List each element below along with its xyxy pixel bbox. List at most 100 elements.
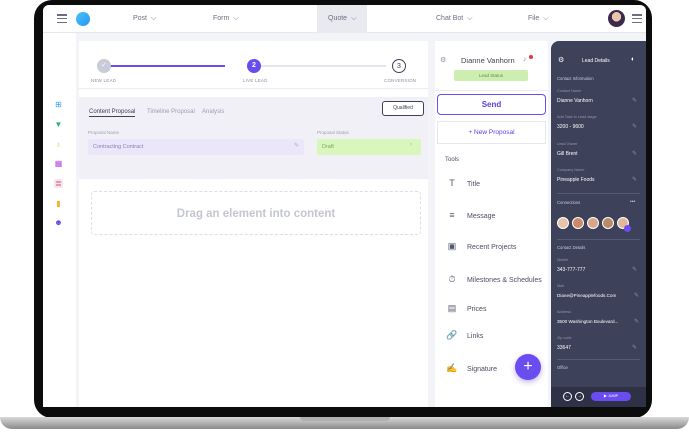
contact-card: ⚙ Dianne Vanhorn ♪ Lead Status [435, 41, 548, 91]
edit-icon[interactable]: ✎ [632, 266, 637, 273]
connection-avatar[interactable] [587, 217, 599, 229]
message-icon: ≡ [449, 210, 455, 220]
proposal-name-label: Proposal Name [88, 130, 120, 135]
filter-icon[interactable]: ▼ [54, 120, 63, 129]
forward-arrow-icon[interactable]: → [575, 392, 584, 401]
nav-item-file[interactable]: File ⌵ [528, 5, 568, 33]
mobile-label: Mobile [557, 258, 569, 262]
link-icon: 🔗 [446, 330, 458, 340]
proposal-status-select[interactable]: Draft [317, 139, 421, 155]
tool-links[interactable]: 🔗 Links [445, 326, 483, 344]
more-options-icon[interactable]: ••• [630, 199, 635, 205]
tool-signature[interactable]: ✍ Signature [445, 359, 497, 377]
new-proposal-button[interactable]: + New Proposal [437, 121, 546, 144]
tab-timeline-proposal[interactable]: Timeline Proposal [147, 109, 195, 115]
connection-avatar[interactable] [557, 217, 569, 229]
chevron-down-icon: ⌵ [351, 15, 357, 22]
contact-details-heading: Contact Details [557, 245, 586, 250]
left-icon-rail: ⊞ ▼ ♁ ▦ ≣ ▮ ☻ [43, 33, 76, 407]
jump-button[interactable]: ▶ JUMP [591, 392, 631, 401]
nav-item-post[interactable]: Post ⌵ [133, 5, 193, 33]
right-menu-icon[interactable] [632, 14, 642, 24]
document-icon[interactable]: ▮ [54, 199, 63, 208]
step-2-label: LIVE LEAD [243, 78, 268, 83]
user-avatar[interactable] [608, 10, 625, 27]
task-stage-value: 3200 - 9600 [557, 124, 584, 130]
tool-message[interactable]: ≡ Message [445, 206, 495, 224]
notification-dot [529, 55, 533, 59]
zip-code-value: 33647 [557, 345, 571, 351]
divider [557, 359, 640, 360]
stepper-remaining-line [254, 65, 386, 67]
back-arrow-icon[interactable]: ← [563, 392, 572, 401]
tools-heading: Tools [445, 157, 460, 163]
connection-avatar[interactable] [572, 217, 584, 229]
connections-heading: Connections [557, 200, 581, 205]
contact-information-heading: Contact Information [557, 76, 594, 81]
content-dropzone[interactable]: Drag an element into content [91, 191, 421, 235]
tab-content-proposal[interactable]: Content Proposal [89, 109, 136, 117]
company-name-value: Pineapple Foods [557, 177, 595, 183]
lead-details-panel: ⚙ Lead Details ◐ Contact Information Con… [551, 41, 646, 407]
proposal-name-field[interactable]: Contracting Contract [88, 139, 304, 155]
lightbulb-icon[interactable]: ♁ [54, 140, 63, 149]
database-icon[interactable]: ≣ [54, 179, 63, 188]
nav-item-chat-bot[interactable]: Chat Bot ⌵ [436, 5, 496, 33]
lead-stage-stepper: ✓ NEW LEAD 2 LIVE LEAD 3 CONVERSION [79, 41, 428, 89]
divider [557, 239, 640, 240]
contact-name-value: Dianne Vanhorn [557, 98, 593, 104]
lead-owner-value: Gill Brent [557, 151, 578, 157]
nav-item-quote[interactable]: Quote ⌵ [317, 5, 367, 33]
edit-icon[interactable]: ✎ [632, 97, 637, 104]
lead-status-badge[interactable]: Lead Status [454, 70, 528, 81]
address-label: Address [557, 310, 571, 314]
qualified-badge[interactable]: Qualified [382, 101, 424, 116]
app-screen: Post ⌵ Form ⌵ Quote ⌵ Chat Bot ⌵ File ⌵ ⊞ ▼ ♁… [43, 5, 646, 407]
lead-details-title: Lead Details [582, 58, 610, 64]
nav-item-form[interactable]: Form ⌵ [213, 5, 273, 33]
send-button[interactable]: Send [437, 94, 546, 115]
app-logo-icon[interactable] [76, 12, 90, 26]
edit-pencil-icon[interactable]: ✎ [294, 142, 299, 149]
tool-recent-projects[interactable]: ▣ Recent Projects [445, 237, 517, 255]
step-3-label: CONVERSION [384, 78, 417, 83]
address-value: 3500 Washington Boulevard... [557, 319, 619, 324]
image-icon: ▣ [447, 241, 457, 251]
add-element-fab[interactable]: + [515, 354, 541, 380]
sitemap-icon[interactable]: ⊞ [54, 100, 63, 109]
contact-name: Dianne Vanhorn [461, 56, 515, 65]
edit-icon[interactable]: ✎ [632, 344, 637, 351]
step-2-circle: 2 [247, 59, 261, 73]
connection-avatar[interactable] [602, 217, 614, 229]
chevron-down-icon: ⌵ [151, 15, 157, 22]
bell-icon[interactable]: ♪ [523, 56, 527, 63]
title-icon: T [449, 178, 455, 188]
tool-prices[interactable]: ▤ Prices [445, 299, 487, 317]
mail-label: Mail [557, 284, 564, 288]
step-1-check-icon: ✓ [97, 59, 111, 73]
edit-icon[interactable]: ✎ [634, 318, 639, 325]
edit-icon[interactable]: ✎ [632, 176, 637, 183]
step-3-circle: 3 [392, 59, 406, 73]
tool-title[interactable]: T Title [445, 174, 480, 192]
company-name-label: Company Name [557, 168, 585, 172]
add-connection-badge[interactable] [624, 225, 631, 232]
edit-icon[interactable]: ✎ [632, 150, 637, 157]
team-icon[interactable]: ☻ [54, 218, 63, 227]
settings-gear-icon[interactable]: ⚙ [558, 56, 564, 64]
edit-icon[interactable]: ✎ [634, 292, 639, 299]
settings-gear-icon[interactable]: ⚙ [440, 56, 446, 64]
chevron-down-icon: ⌵ [543, 15, 549, 22]
divider [557, 193, 640, 194]
zip-code-label: Zip code [557, 336, 572, 340]
hamburger-menu-icon[interactable] [57, 14, 67, 24]
chevron-down-icon: ⌵ [233, 15, 239, 22]
details-footer: ← → ▶ JUMP [551, 387, 646, 407]
chevron-down-icon: ⌵ [467, 15, 473, 22]
calendar-icon[interactable]: ▦ [54, 159, 63, 168]
lead-owner-label: Lead Owner [557, 142, 578, 146]
tab-analysis[interactable]: Analysis [202, 109, 224, 115]
tool-milestones-schedules[interactable]: ⏱ Milestones & Schedules [445, 270, 541, 288]
contrast-toggle-icon[interactable]: ◐ [631, 56, 635, 63]
edit-icon[interactable]: ✎ [632, 123, 637, 130]
